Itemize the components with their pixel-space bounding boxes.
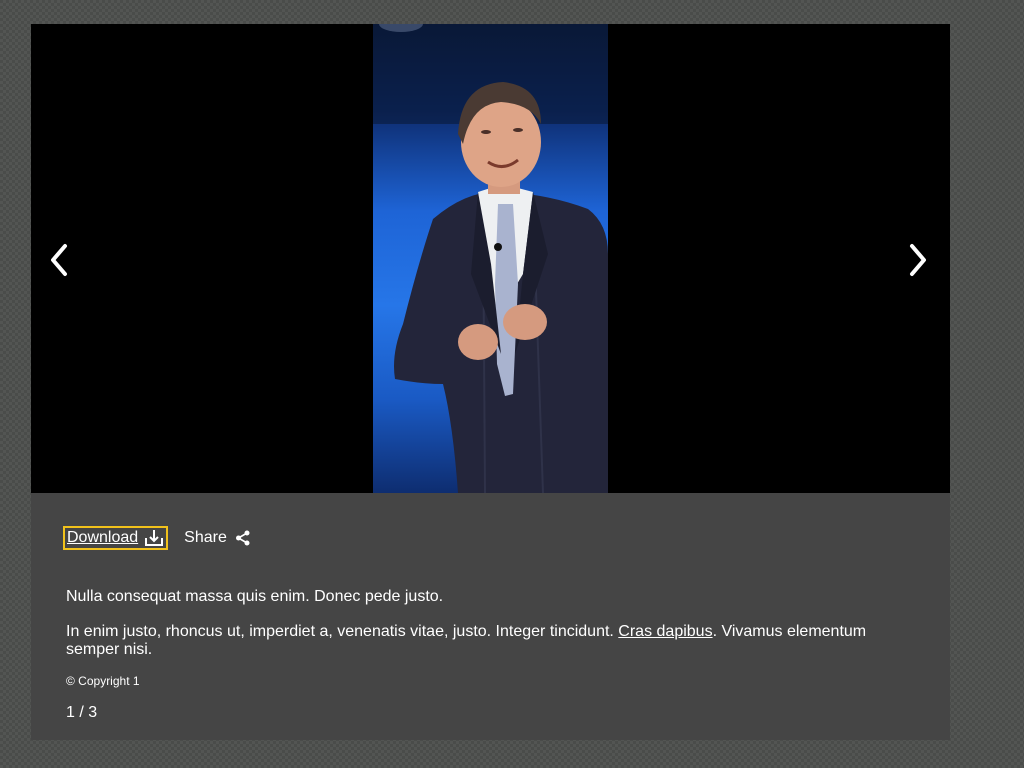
download-icon [145,530,164,546]
copyright-notice: © Copyright 1 [66,674,140,688]
gallery-image [373,24,608,493]
share-label: Share [184,529,227,546]
download-button[interactable]: Download [63,526,169,550]
cras-dapibus-link[interactable]: Cras dapibus [618,623,712,640]
share-button[interactable]: Share [184,529,251,547]
chevron-right-icon [910,244,926,276]
next-image-button[interactable] [898,238,938,282]
caption-text-before-link: In enim justo, rhoncus ut, imperdiet a, … [66,623,619,640]
image-counter: 1 / 3 [66,704,98,721]
download-label: Download [67,529,139,546]
previous-image-button[interactable] [39,238,79,282]
share-icon [235,530,250,546]
gallery-lightbox: Download Share Nulla consequat massa qui… [31,24,950,740]
caption-line-2: In enim justo, rhoncus ut, imperdiet a, … [66,623,906,659]
image-caption: Nulla consequat massa quis enim. Donec p… [66,588,906,659]
image-stage [31,24,950,493]
chevron-left-icon [51,244,67,276]
image-actions: Download Share [63,526,251,550]
caption-line-1: Nulla consequat massa quis enim. Donec p… [66,588,444,605]
